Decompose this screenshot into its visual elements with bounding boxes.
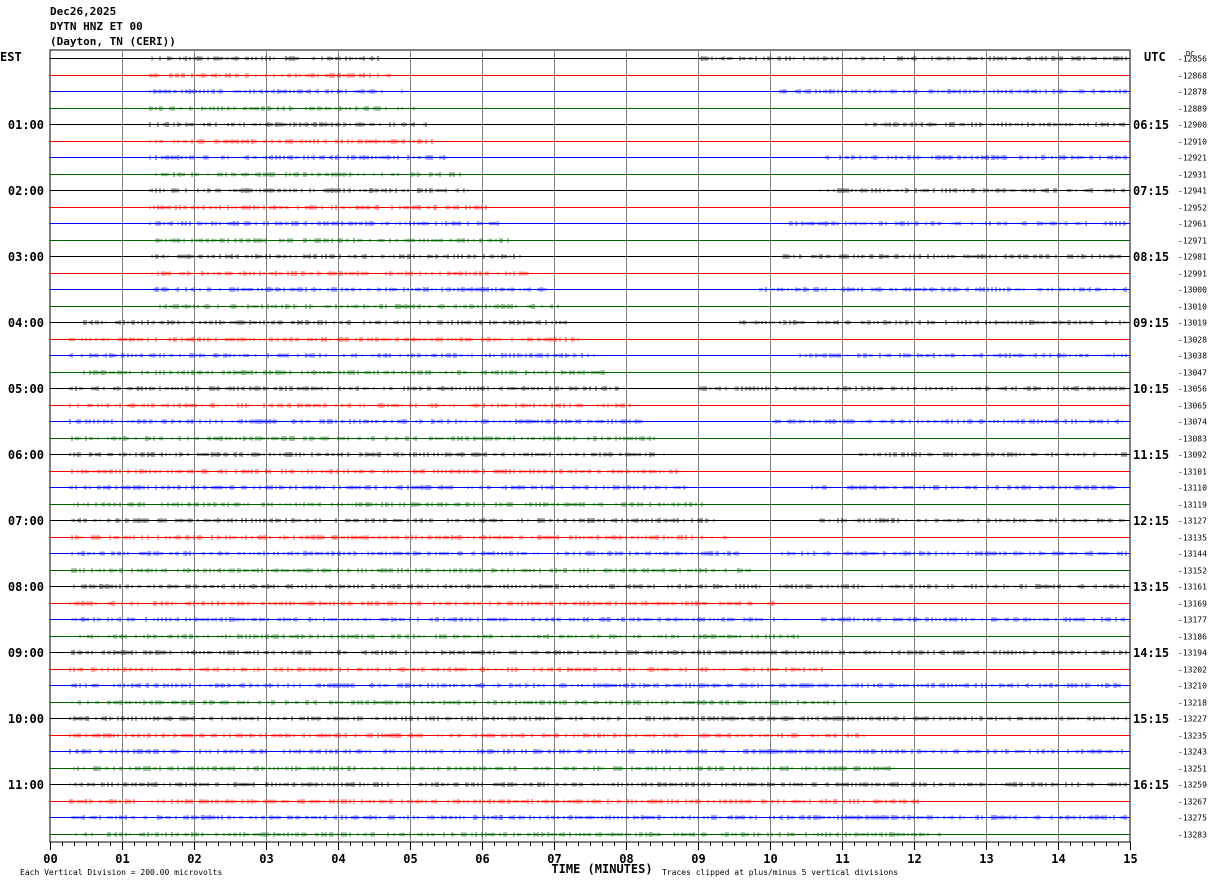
dc-offset-label: -13000	[1178, 286, 1207, 295]
utc-time-label: 11:15	[1133, 448, 1169, 462]
x-tick-label: 06	[475, 852, 489, 866]
dc-offset-label: -13127	[1178, 517, 1207, 526]
x-tick-label: 13	[979, 852, 993, 866]
x-tick-label: 15	[1123, 852, 1137, 866]
dc-offset-label: -12981	[1178, 253, 1207, 262]
dc-offset-label: -13065	[1178, 402, 1207, 411]
x-tick-label: 09	[691, 852, 705, 866]
x-tick-label: 05	[403, 852, 417, 866]
dc-offset-label: -12971	[1178, 237, 1207, 246]
trace-group	[50, 56, 1130, 837]
dc-offset-label: -12889	[1178, 105, 1207, 114]
est-time-label: 10:00	[8, 712, 44, 726]
dc-axis-label: DC	[1186, 50, 1194, 58]
x-axis-title: TIME (MINUTES)	[551, 862, 652, 876]
est-time-label: 11:00	[8, 778, 44, 792]
trace-noise	[69, 782, 1127, 787]
dc-offset-label: -13218	[1178, 699, 1207, 708]
dc-offset-label: -12941	[1178, 187, 1207, 196]
dc-offset-label: -13210	[1178, 682, 1207, 691]
dc-offset-label: -12991	[1178, 270, 1207, 279]
dc-offset-label: -13074	[1178, 418, 1207, 427]
est-time-label: 07:00	[8, 514, 44, 528]
est-time-label: 04:00	[8, 316, 44, 330]
plot-frame	[49, 49, 1131, 843]
utc-time-label: 13:15	[1133, 580, 1169, 594]
dc-offset-label: -13227	[1178, 715, 1207, 724]
dc-offset-label: -13275	[1178, 814, 1207, 823]
dc-offset-label: -13235	[1178, 732, 1207, 741]
dc-offset-label: -13267	[1178, 798, 1207, 807]
x-tick-label: 02	[187, 852, 201, 866]
dc-offset-label: -13177	[1178, 616, 1207, 625]
dc-offset-label: -13152	[1178, 567, 1207, 576]
est-time-label: 05:00	[8, 382, 44, 396]
trace-noise	[69, 403, 631, 408]
chart-grid	[49, 49, 1131, 850]
dc-offset-label: -13083	[1178, 435, 1207, 444]
dc-offset-label: -13019	[1178, 319, 1207, 328]
dc-offset-label: -13169	[1178, 600, 1207, 609]
dc-offset-label: -13243	[1178, 748, 1207, 757]
dc-offset-label: -13028	[1178, 336, 1207, 345]
est-time-label: 09:00	[8, 646, 44, 660]
dc-offset-label: -12868	[1178, 72, 1207, 81]
est-time-label: 08:00	[8, 580, 44, 594]
dc-offset-label: -13092	[1178, 451, 1207, 460]
utc-time-label: 09:15	[1133, 316, 1169, 330]
dc-offset-label: -12931	[1178, 171, 1207, 180]
dc-offset-label: -13110	[1178, 484, 1207, 493]
est-axis-label: EST	[0, 50, 22, 64]
utc-time-label: 15:15	[1133, 712, 1169, 726]
utc-time-label: 10:15	[1133, 382, 1169, 396]
x-tick-label: 04	[331, 852, 345, 866]
x-tick-label: 10	[763, 852, 777, 866]
utc-time-label: 16:15	[1133, 778, 1169, 792]
dc-offset-label: -13251	[1178, 765, 1207, 774]
x-tick-label: 12	[907, 852, 921, 866]
utc-time-label: 07:15	[1133, 184, 1169, 198]
est-time-label: 01:00	[8, 118, 44, 132]
x-tick-label: 01	[115, 852, 129, 866]
est-time-label: 02:00	[8, 184, 44, 198]
x-tick-label: 03	[259, 852, 273, 866]
dc-offset-label: -13047	[1178, 369, 1207, 378]
x-tick-label: 11	[835, 852, 849, 866]
utc-time-label: 06:15	[1133, 118, 1169, 132]
dc-offset-label: -13283	[1178, 831, 1207, 840]
dc-offset-label: -13259	[1178, 781, 1207, 790]
dc-offset-label: -13010	[1178, 303, 1207, 312]
est-time-label: 06:00	[8, 448, 44, 462]
footer-clip-note: Traces clipped at plus/minus 5 vertical …	[662, 868, 898, 877]
x-tick-label: 14	[1051, 852, 1065, 866]
est-time-label: 03:00	[8, 250, 44, 264]
dc-offset-label: -12900	[1178, 121, 1207, 130]
dc-offset-label: -12921	[1178, 154, 1207, 163]
utc-axis-label: UTC	[1144, 50, 1166, 64]
dc-offset-label: -13144	[1178, 550, 1207, 559]
x-tick-label: 00	[43, 852, 57, 866]
dc-offset-label: -12910	[1178, 138, 1207, 147]
dc-offset-label: -12878	[1178, 88, 1207, 97]
dc-offset-label: -13038	[1178, 352, 1207, 361]
dc-offset-label: -12961	[1178, 220, 1207, 229]
dc-offset-label: -13119	[1178, 501, 1207, 510]
dc-offset-label: -13056	[1178, 385, 1207, 394]
helicorder-chart: 00 01 02 03 04 05 06 07 08 09 10 11 12 13 14 15-12856-1…	[0, 49, 1207, 877]
dc-offset-label: -13202	[1178, 666, 1207, 675]
footer-scale-note: Each Vertical Division = 200.00 microvol…	[20, 868, 222, 877]
trace-noise	[149, 106, 415, 111]
dc-offset-label: -13135	[1178, 534, 1207, 543]
utc-time-label: 14:15	[1133, 646, 1169, 660]
utc-time-label: 12:15	[1133, 514, 1169, 528]
utc-time-label: 08:15	[1133, 250, 1169, 264]
dc-offset-label: -13101	[1178, 468, 1207, 477]
dc-offset-label: -12952	[1178, 204, 1207, 213]
dc-offset-label: -13161	[1178, 583, 1207, 592]
dc-offset-label: -13194	[1178, 649, 1207, 658]
dc-offset-label: -13186	[1178, 633, 1207, 642]
